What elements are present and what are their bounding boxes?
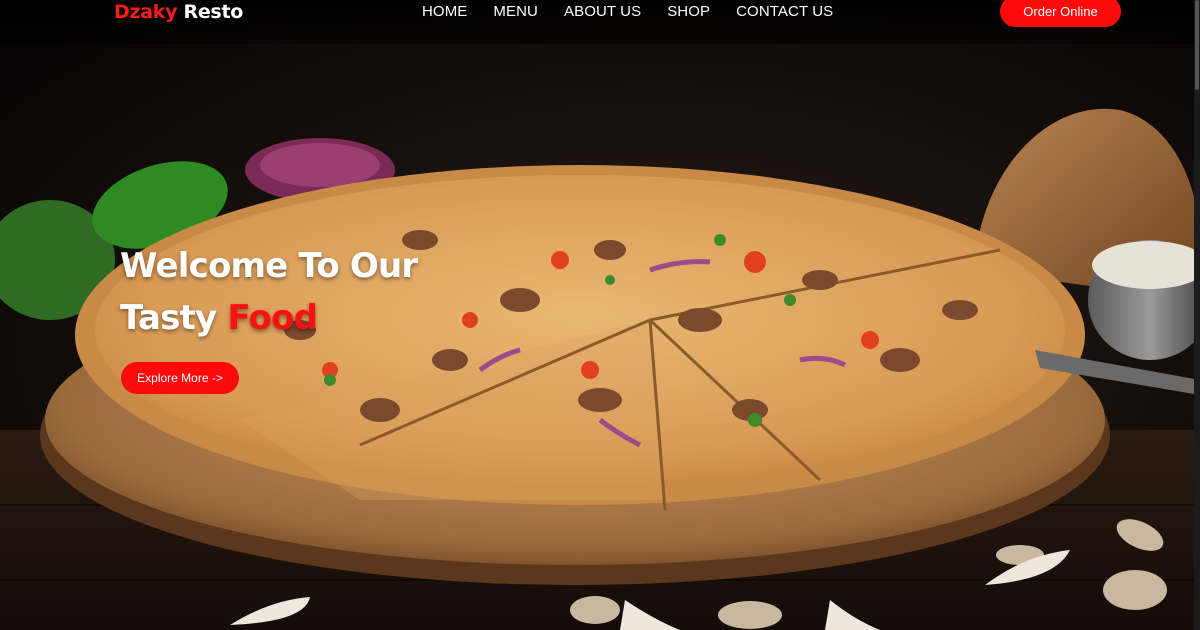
scrollbar-thumb[interactable]: [1195, 0, 1199, 90]
order-online-button[interactable]: Order Online: [1000, 0, 1121, 27]
hero-headline-line1: Welcome To Our: [120, 246, 418, 286]
nav-item-menu[interactable]: MENU: [493, 2, 538, 22]
nav-item-contact-us[interactable]: CONTACT US: [736, 2, 833, 22]
nav-item-shop[interactable]: SHOP: [667, 2, 710, 22]
explore-more-button[interactable]: Explore More ->: [121, 362, 239, 394]
nav-item-about-us[interactable]: ABOUT US: [564, 2, 641, 22]
main-navigation: HOME MENU ABOUT US SHOP CONTACT US: [422, 2, 833, 22]
brand-logo[interactable]: Dzaky Resto: [114, 0, 243, 24]
nav-item-home[interactable]: HOME: [422, 2, 467, 22]
hero-headline-line2-accent: Food: [227, 298, 318, 338]
brand-logo-part1: Dzaky: [114, 1, 178, 23]
brand-logo-part2: Resto: [183, 1, 244, 23]
page-scrollbar[interactable]: [1194, 0, 1200, 630]
hero-headline: Welcome To Our Tasty Food: [120, 240, 418, 344]
hero-headline-line2-plain: Tasty: [120, 298, 217, 338]
